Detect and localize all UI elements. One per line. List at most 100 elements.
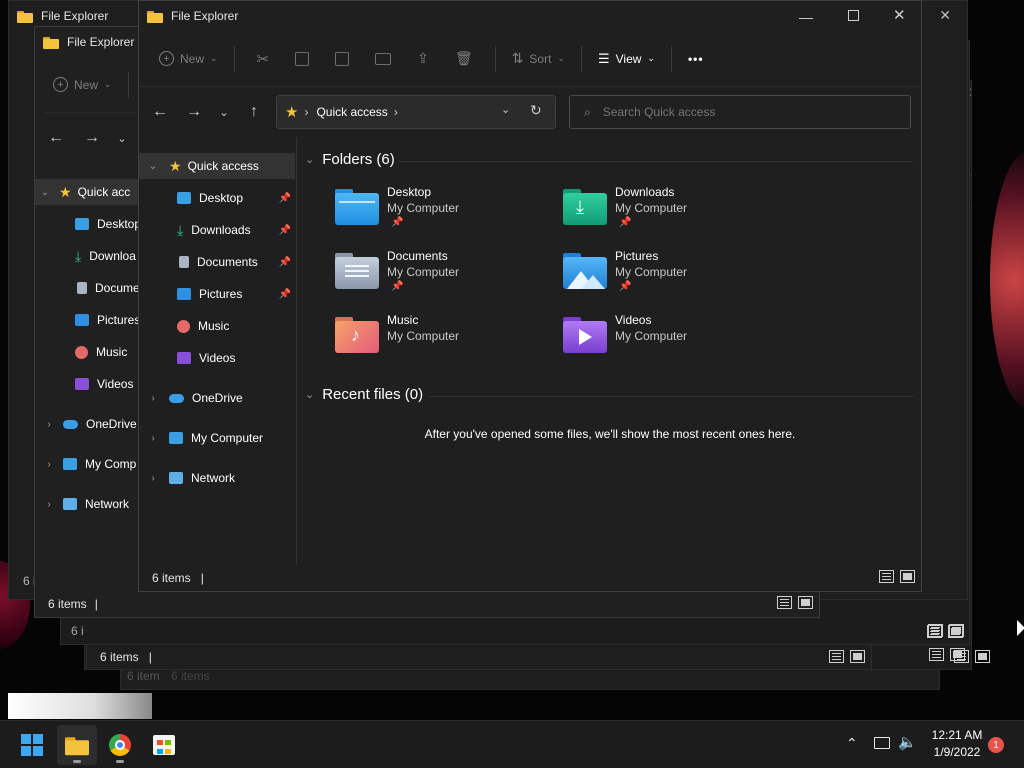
- paste-button[interactable]: [325, 43, 359, 75]
- downloads-folder-icon: ⤓: [563, 189, 607, 225]
- document-icon: [77, 282, 87, 294]
- address-dropdown-icon[interactable]: ⌄: [501, 103, 510, 116]
- new-button[interactable]: + New ⌄: [43, 69, 122, 101]
- recent-locations-button[interactable]: ⌄: [109, 125, 135, 151]
- nav-label: My Computer: [191, 431, 264, 445]
- pictures-icon: [177, 288, 191, 300]
- nav-quick-access[interactable]: ⌄ ★ Quick acc: [35, 179, 141, 205]
- title-bar[interactable]: File Explorer — ✕: [139, 1, 921, 31]
- notification-badge[interactable]: 1: [988, 737, 1004, 753]
- notification-count: 1: [993, 739, 999, 751]
- window-title: File Explorer: [171, 9, 239, 23]
- pin-icon: 📌: [391, 217, 404, 228]
- pictures-icon: [75, 314, 89, 326]
- sort-label: Sort: [529, 51, 552, 66]
- start-button[interactable]: [12, 725, 52, 765]
- folder-tile-desktop[interactable]: Desktop My Computer 📌: [335, 185, 545, 243]
- new-button[interactable]: + New ⌄: [149, 43, 228, 75]
- breadcrumb-chevron-icon: ›: [393, 105, 398, 119]
- search-input[interactable]: [602, 105, 883, 119]
- folder-icon: [65, 735, 89, 755]
- wallpaper-glow-right: [990, 150, 1024, 410]
- chevron-down-icon: ⌄: [557, 53, 565, 63]
- refresh-icon[interactable]: ↻: [530, 102, 542, 119]
- nav-desktop[interactable]: Desktop 📌: [139, 185, 295, 211]
- rename-button[interactable]: [365, 43, 401, 75]
- taskbar-store[interactable]: [144, 725, 184, 765]
- breadcrumb[interactable]: Quick access: [316, 105, 387, 119]
- window-title: File Explorer: [67, 35, 135, 49]
- nav-network[interactable]: › Network: [139, 465, 295, 491]
- close-button[interactable]: ✕: [893, 6, 906, 24]
- layout-toggle: [777, 596, 813, 609]
- file-explorer-window[interactable]: File Explorer — ✕ + New ⌄ ✂ ⇪ 🗑 ⇅ Sort ⌄: [138, 0, 922, 592]
- videos-icon: [177, 352, 191, 364]
- details-view-icon[interactable]: [879, 570, 894, 583]
- forward-button[interactable]: →: [181, 99, 207, 125]
- nav-videos[interactable]: Videos: [139, 345, 295, 371]
- up-button[interactable]: ↑: [241, 99, 267, 125]
- view-label: View: [615, 51, 642, 66]
- minimize-button[interactable]: —: [799, 9, 813, 25]
- details-view-icon[interactable]: [777, 596, 792, 609]
- nav-label: Pictures: [199, 287, 243, 301]
- nav-downloads[interactable]: ⤓ Downloads 📌: [139, 217, 295, 243]
- sort-button[interactable]: ⇅ Sort ⌄: [502, 43, 575, 75]
- nav-label: Quick acc: [77, 185, 131, 199]
- view-button[interactable]: ☰ View ⌄: [588, 43, 665, 75]
- copy-button[interactable]: [285, 43, 319, 75]
- folder-tile-downloads[interactable]: ⤓ Downloads My Computer 📌: [563, 185, 773, 243]
- back-button[interactable]: ←: [43, 125, 69, 151]
- search-box[interactable]: ⌕: [569, 95, 911, 129]
- clipboard-icon: [335, 51, 350, 66]
- nav-label: Videos: [97, 377, 134, 391]
- delete-button[interactable]: 🗑: [445, 43, 483, 75]
- folder-tile-documents[interactable]: Documents My Computer 📌: [335, 249, 545, 307]
- taskbar-chrome[interactable]: [100, 725, 140, 765]
- network-icon: [63, 498, 77, 510]
- volume-icon[interactable]: 🔈: [898, 733, 917, 751]
- folder-tile-videos[interactable]: Videos My Computer: [563, 313, 773, 371]
- sort-icon: ⇅: [511, 50, 524, 66]
- taskbar-file-explorer[interactable]: [57, 725, 97, 765]
- show-hidden-icons-button[interactable]: ⌃: [846, 735, 858, 752]
- tiles-view-icon[interactable]: [798, 596, 813, 609]
- pin-icon: 📌: [278, 224, 291, 236]
- folder-tile-music[interactable]: ♪ Music My Computer: [335, 313, 545, 371]
- see-more-button[interactable]: •••: [678, 43, 714, 75]
- folders-section-header[interactable]: ⌄ Folders (6): [305, 151, 395, 168]
- recent-locations-button[interactable]: ⌄: [211, 99, 237, 125]
- cut-button[interactable]: ✂: [247, 43, 280, 75]
- chevron-down-icon: ⌄: [647, 53, 655, 63]
- content-area: ⌄ Folders (6) Desktop My Computer 📌 ⤓ Do…: [299, 137, 921, 565]
- mouse-cursor: [1017, 620, 1024, 636]
- share-button[interactable]: ⇪: [407, 43, 439, 75]
- music-icon: [177, 319, 190, 333]
- recent-section-header[interactable]: ⌄ Recent files (0): [305, 386, 423, 403]
- back-button[interactable]: ←: [147, 99, 173, 125]
- nav-documents[interactable]: Documents 📌: [139, 249, 295, 275]
- folder-name: Downloads: [615, 185, 675, 199]
- nav-quick-access[interactable]: ⌄ ★ Quick access: [139, 153, 295, 179]
- desktop-icon: [177, 192, 191, 204]
- network-status-icon[interactable]: [874, 737, 890, 749]
- maximize-button[interactable]: [848, 10, 859, 21]
- desktop-icon: [75, 218, 89, 230]
- folder-tile-pictures[interactable]: Pictures My Computer 📌: [563, 249, 773, 307]
- folder-icon: [147, 10, 163, 23]
- ghost-status-count-trunc: 6 i: [71, 624, 84, 638]
- tiles-view-icon[interactable]: [900, 570, 915, 583]
- divider: [127, 71, 129, 98]
- nav-music[interactable]: Music: [139, 313, 295, 339]
- clock[interactable]: 12:21 AM 1/9/2022: [926, 727, 988, 761]
- nav-pictures[interactable]: Pictures 📌: [139, 281, 295, 307]
- address-bar[interactable]: ★ › Quick access › ⌄ ↻: [276, 95, 556, 129]
- chrome-icon: [109, 734, 131, 756]
- forward-button[interactable]: →: [79, 125, 105, 151]
- nav-onedrive[interactable]: › OneDrive: [139, 385, 295, 411]
- nav-my-computer[interactable]: › My Computer: [139, 425, 295, 451]
- status-count: 6 items: [152, 571, 191, 585]
- desktop-folder-icon: [335, 189, 379, 225]
- nav-label: Desktop: [199, 191, 244, 205]
- folder-name: Desktop: [387, 185, 432, 199]
